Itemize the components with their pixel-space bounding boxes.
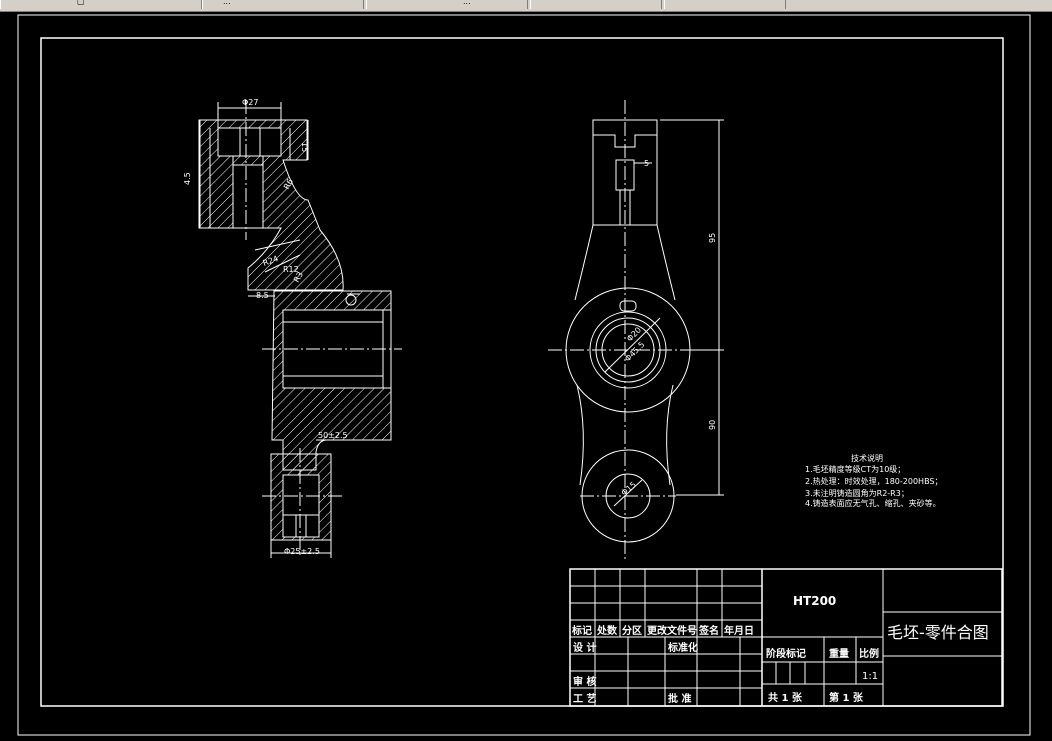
approve-label: 批 准 <box>668 692 691 705</box>
weight-label: 重量 <box>829 647 849 660</box>
sheet-number: 第 1 张 <box>829 691 864 704</box>
rev-col-docno: 更改文件号 <box>647 624 697 637</box>
notes-title: 技术说明 <box>851 453 883 463</box>
dim-phi-bottom: Φ15 <box>620 480 638 497</box>
toolbar-segment[interactable]: ... <box>202 0 364 9</box>
notes-line-2: 2.热处理：时效处理，180-200HBS； <box>805 476 943 486</box>
rev-col-zone: 分区 <box>622 624 642 637</box>
application-toolbar: ▢ ... ... <box>0 0 1052 12</box>
notes-line-3: 3.未注明铸造圆角为R2-R3； <box>805 488 909 498</box>
dim-tolerance: 4.5 <box>183 172 192 185</box>
standard-label: 标准化 <box>667 641 698 654</box>
dim-phi-bore: Φ45.5 <box>623 340 646 363</box>
rev-col-date: 年月日 <box>724 624 754 637</box>
dim-50: 50±2.5 <box>318 431 348 440</box>
toolbar-text: ... <box>223 0 231 6</box>
rev-col-count: 处数 <box>596 624 618 637</box>
material-label: HT200 <box>793 594 836 608</box>
notes-line-4: 4.铸造表面应无气孔、缩孔、夹砂等。 <box>805 498 941 508</box>
dim-phi25: Φ25±2.5 <box>284 547 320 556</box>
notes-line-1: 1.毛坯精度等级CT为10级； <box>805 464 905 474</box>
dim-95: 95 <box>708 233 717 243</box>
review-label: 审 核 <box>573 675 596 688</box>
drawing-name: 毛坯-零件合图 <box>887 623 989 642</box>
technical-notes: 技术说明 1.毛坯精度等级CT为10级； 2.热处理：时效处理，180-200H… <box>805 453 943 508</box>
toolbar-icon: ▢ <box>77 0 85 6</box>
design-label: 设 计 <box>573 641 596 654</box>
toolbar-segment[interactable]: ▢ <box>0 0 202 9</box>
section-view <box>198 100 402 558</box>
scale-label: 比例 <box>859 647 879 660</box>
process-label: 工 艺 <box>573 692 596 705</box>
dim-90: 90 <box>708 420 717 430</box>
toolbar-segment[interactable] <box>664 0 786 9</box>
outer-frame <box>17 14 1031 736</box>
inner-frame <box>40 37 1004 707</box>
stage-label: 阶段标记 <box>766 647 806 660</box>
toolbar-segment[interactable] <box>530 0 662 9</box>
rev-col-sign: 签名 <box>698 624 719 637</box>
sheets-total: 共 1 张 <box>768 691 803 704</box>
cad-drawing-canvas[interactable]: Φ27 15 4.5 R24 R12 R3 R6 8.5 50±2.5 Φ25±… <box>0 12 1052 741</box>
toolbar-segment[interactable]: ... <box>366 0 528 9</box>
front-view-dimensions: 5 95 90 Φ20 Φ45.5 Φ15 <box>620 159 717 498</box>
rev-col-mark: 标记 <box>571 624 592 637</box>
dim-5: 5 <box>644 159 649 168</box>
scale-value: 1:1 <box>862 671 878 682</box>
dim-phi27: Φ27 <box>242 98 258 107</box>
toolbar-text: ... <box>463 0 471 6</box>
dim-8-5: 8.5 <box>256 291 269 300</box>
dim-15: 15 <box>300 142 309 152</box>
